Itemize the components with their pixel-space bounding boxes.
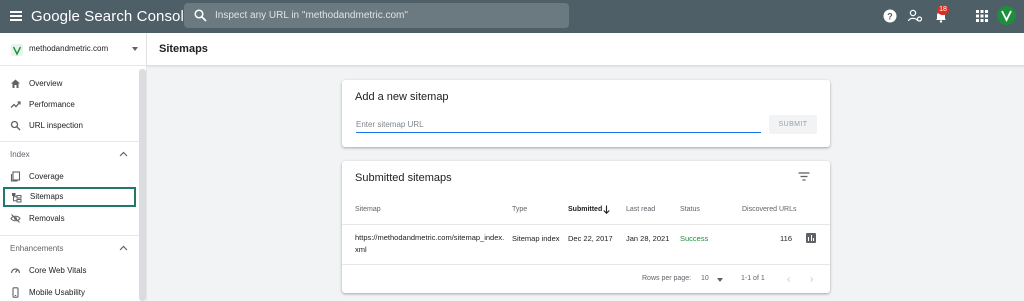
sidebar-item-mobile-usability[interactable]: Mobile Usability [0,283,139,301]
divider [342,264,830,265]
section-index[interactable]: Index [0,147,139,165]
speed-icon [10,268,21,274]
app-title[interactable]: Google Search Console [31,8,192,25]
column-header-submitted[interactable]: Submitted [568,206,602,213]
property-logo-icon [11,44,23,56]
column-header-type[interactable]: Type [512,206,527,213]
next-page-button[interactable]: › [810,274,813,285]
type-cell: Sitemap index [512,234,560,243]
url-inspect-search[interactable]: Inspect any URL in "methodandmetric.com" [184,3,569,28]
section-label: Index [10,150,30,159]
sidebar-item-performance[interactable]: Performance [0,95,139,115]
avatar-logo-icon [1001,10,1012,23]
manage-accounts-icon[interactable] [907,8,923,24]
bar-chart-icon[interactable] [806,233,816,243]
sidebar-item-label: Coverage [29,172,64,181]
submit-button[interactable]: SUBMIT [769,115,817,134]
pages-icon [10,171,21,182]
home-icon [11,79,20,88]
rows-per-page-select[interactable]: 10 [701,275,709,282]
submitted-sitemaps-card: Submitted sitemaps Sitemap Type Submitte… [342,161,830,293]
sidebar-item-overview[interactable]: Overview [0,74,139,94]
property-name: methodandmetric.com [29,44,109,53]
arrow-down-icon[interactable] [603,205,610,214]
sidebar-item-label: Sitemaps [30,192,64,201]
avatar[interactable] [997,6,1016,25]
filter-icon[interactable] [798,172,810,181]
sidebar-item-core-web-vitals[interactable]: Core Web Vitals [0,261,139,281]
help-icon[interactable]: ? [882,8,898,24]
column-header-last-read[interactable]: Last read [626,206,655,213]
sidebar-item-label: Overview [29,79,63,88]
column-header-sitemap[interactable]: Sitemap [355,206,381,213]
svg-text:?: ? [887,12,893,22]
caret-down-icon[interactable] [717,278,723,282]
sidebar: methodandmetric.com Overview Performance… [0,33,147,301]
rows-per-page-label: Rows per page: [642,275,692,282]
sidebar-item-coverage[interactable]: Coverage [0,167,139,187]
sidebar-item-label: Mobile Usability [29,288,86,297]
property-selector[interactable]: methodandmetric.com [0,33,147,66]
eye-off-icon [10,214,21,223]
search-placeholder[interactable]: Inspect any URL in "methodandmetric.com" [215,10,408,21]
column-header-status[interactable]: Status [680,206,700,213]
caret-down-icon [132,47,138,51]
phone-icon [12,287,19,298]
column-header-discovered-urls[interactable]: Discovered URLs [742,206,796,213]
add-sitemap-card: Add a new sitemap SUBMIT [342,80,830,147]
section-label: Enhancements [10,244,64,253]
apps-icon[interactable] [974,8,990,24]
submitted-cell: Dec 22, 2017 [568,234,613,243]
page-title: Sitemaps [159,43,208,55]
prev-page-button[interactable]: ‹ [787,274,790,285]
status-cell: Success [680,234,709,243]
sitemap-url-cell[interactable]: https://methodandmetric.com/sitemap_inde… [355,232,505,256]
search-icon [194,9,207,22]
page-header: Sitemaps [147,33,1024,66]
section-enhancements[interactable]: Enhancements [0,241,139,259]
discovered-urls-cell: 116 [780,234,792,243]
divider [0,141,139,142]
divider [342,224,830,225]
sidebar-item-sitemaps[interactable]: Sitemaps [3,187,136,207]
sidebar-item-label: Core Web Vitals [29,266,87,275]
card-title: Submitted sitemaps [355,172,452,184]
pagination-range: 1-1 of 1 [741,275,765,282]
menu-icon[interactable] [10,11,22,21]
card-title: Add a new sitemap [355,91,449,103]
sitemap-icon [12,193,22,203]
sidebar-item-label: URL inspection [29,121,83,130]
top-app-bar: Google Search Console Inspect any URL in… [0,0,1024,33]
trending-up-icon [10,101,21,108]
sidebar-item-label: Performance [29,100,75,109]
last-read-cell: Jan 28, 2021 [626,234,670,243]
sidebar-scrollbar[interactable] [139,69,146,301]
divider [0,235,139,236]
sidebar-item-removals[interactable]: Removals [0,209,139,229]
sitemap-url-input[interactable] [356,118,761,133]
sidebar-item-label: Removals [29,214,65,223]
chevron-up-icon [119,245,128,251]
sidebar-item-url-inspection[interactable]: URL inspection [0,116,139,136]
notification-badge: 18 [937,5,949,15]
chevron-up-icon [119,151,128,157]
search-icon [10,120,21,131]
